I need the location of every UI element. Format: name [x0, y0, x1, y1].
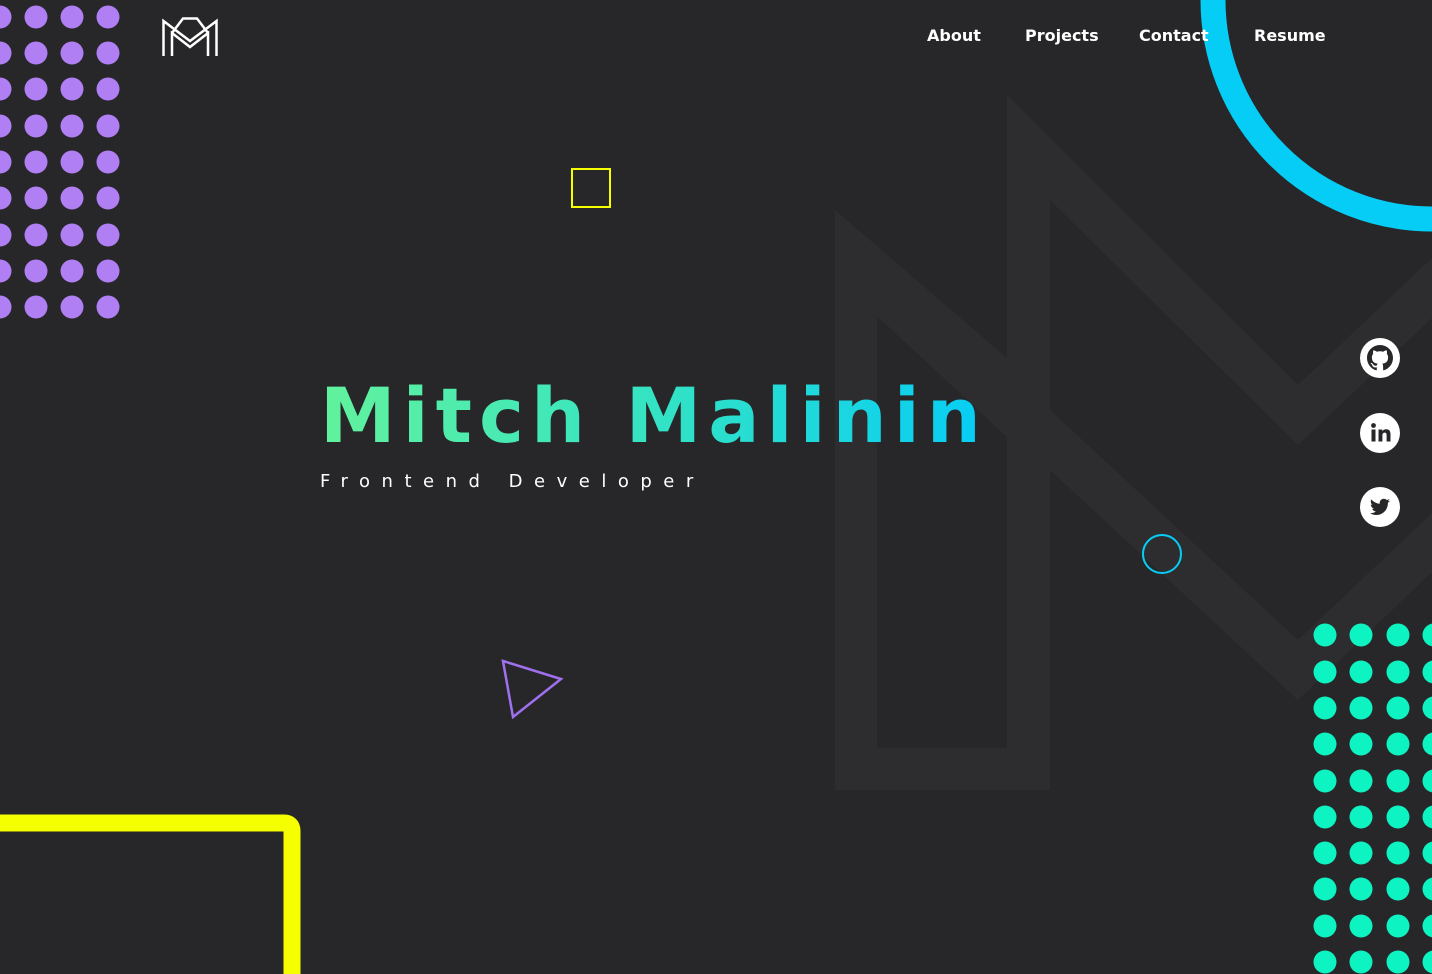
hero-role: Frontend Developer [320, 471, 705, 492]
dot [0, 77, 12, 101]
linkedin-icon[interactable] [1360, 413, 1400, 453]
square-outline-icon [571, 168, 611, 208]
dot [96, 223, 120, 247]
dot [1313, 623, 1337, 647]
dot [1386, 696, 1410, 720]
dot [1386, 841, 1410, 865]
dot [1422, 805, 1432, 829]
dot [1313, 877, 1337, 901]
dot [96, 77, 120, 101]
dot [1313, 660, 1337, 684]
dot [1313, 696, 1337, 720]
dot [1349, 950, 1373, 974]
dot [24, 259, 48, 283]
dot [1313, 950, 1337, 974]
dot [1349, 696, 1373, 720]
github-icon[interactable] [1360, 338, 1400, 378]
dot [0, 186, 12, 210]
dot [1313, 841, 1337, 865]
dot [1386, 950, 1410, 974]
dot [1422, 841, 1432, 865]
hero-name: Mitch Malinin [320, 368, 988, 464]
dot [24, 295, 48, 319]
dot [0, 295, 12, 319]
dot [1386, 769, 1410, 793]
dot [1422, 696, 1432, 720]
dot [1386, 660, 1410, 684]
dot [1386, 877, 1410, 901]
main-nav: About Projects Contact Resume [880, 25, 1360, 49]
dot [1422, 660, 1432, 684]
dot [60, 223, 84, 247]
dot [24, 114, 48, 138]
yellow-frame-icon [0, 814, 301, 974]
dot [60, 259, 84, 283]
dot [0, 259, 12, 283]
dot [60, 186, 84, 210]
dot [24, 223, 48, 247]
dot [1386, 623, 1410, 647]
dot [1349, 623, 1373, 647]
dot [1422, 623, 1432, 647]
dot [60, 77, 84, 101]
dot [60, 295, 84, 319]
dot [96, 295, 120, 319]
nav-resume-link[interactable]: Resume [1254, 25, 1326, 47]
dot [1422, 877, 1432, 901]
dot [1313, 805, 1337, 829]
dot [1349, 732, 1373, 756]
dot [96, 186, 120, 210]
dot [1422, 914, 1432, 938]
dot [24, 41, 48, 65]
dot [0, 114, 12, 138]
dot [0, 150, 12, 174]
dot [1386, 805, 1410, 829]
dot [60, 150, 84, 174]
dot [0, 5, 12, 29]
dot [1386, 732, 1410, 756]
dot [0, 223, 12, 247]
dot [1422, 769, 1432, 793]
dot [1349, 841, 1373, 865]
dot [24, 5, 48, 29]
dot [96, 259, 120, 283]
dot [60, 41, 84, 65]
dot [1349, 914, 1373, 938]
dot [1313, 769, 1337, 793]
dot [24, 77, 48, 101]
dot [96, 5, 120, 29]
dot [1349, 660, 1373, 684]
dot [96, 41, 120, 65]
dot [24, 150, 48, 174]
dot [1422, 732, 1432, 756]
dot [1422, 950, 1432, 974]
dot [1313, 732, 1337, 756]
dot [60, 114, 84, 138]
dot [24, 186, 48, 210]
dot [96, 150, 120, 174]
triangle-outline-icon [501, 659, 564, 720]
dot [60, 5, 84, 29]
dot [96, 114, 120, 138]
twitter-icon[interactable] [1360, 487, 1400, 527]
nav-projects-link[interactable]: Projects [1025, 25, 1099, 47]
mm-logo-icon[interactable] [162, 17, 218, 57]
dot [1386, 914, 1410, 938]
background-art [0, 0, 1432, 974]
dot [1349, 805, 1373, 829]
portfolio-page: About Projects Contact Resume Mitch Mali… [0, 0, 1432, 974]
teal-dot-grid-icon [1313, 623, 1432, 974]
dot [0, 41, 12, 65]
purple-dot-grid-icon [0, 5, 120, 319]
nav-about-link[interactable]: About [927, 25, 981, 47]
dot [1349, 877, 1373, 901]
dot [1313, 914, 1337, 938]
dot [1349, 769, 1373, 793]
nav-contact-link[interactable]: Contact [1139, 25, 1209, 47]
